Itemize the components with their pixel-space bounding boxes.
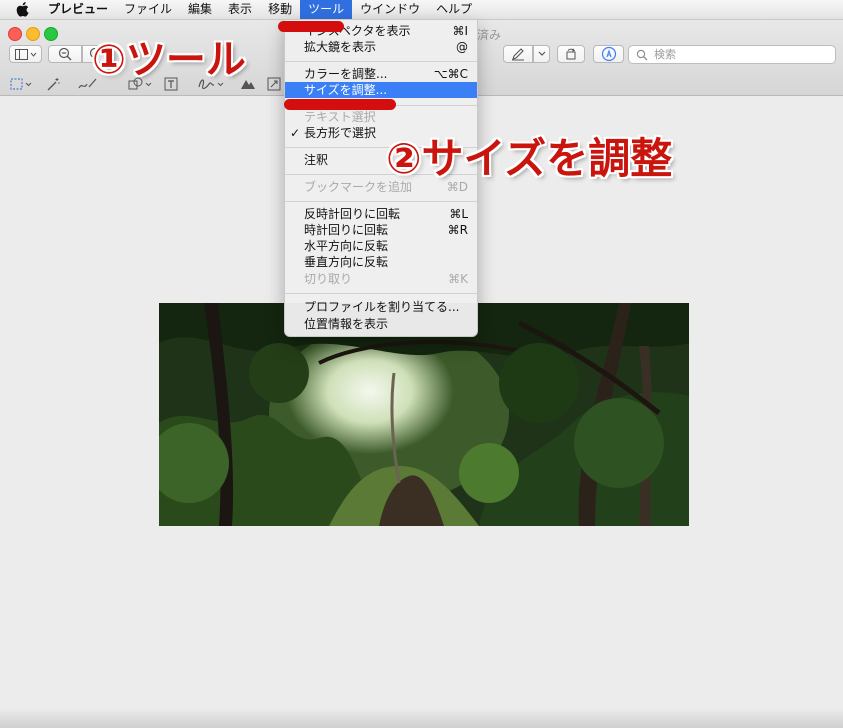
annotation-underline-tools (278, 21, 344, 32)
resize-icon (267, 77, 281, 91)
selection-tool[interactable] (8, 74, 36, 94)
search-icon (636, 49, 648, 60)
menu-separator (285, 293, 477, 294)
menu-item-show-location[interactable]: 位置情報を表示 (285, 316, 477, 332)
menu-item-adjust-color[interactable]: カラーを調整... ⌥⌘C (285, 66, 477, 82)
search-input[interactable] (652, 47, 826, 62)
instant-alpha-tool[interactable] (44, 74, 62, 94)
annotation-underline-adjust-size (284, 99, 396, 110)
rotate-icon (566, 48, 576, 60)
annotation-step-2: ②サイズを調整 (386, 134, 673, 183)
minimize-button[interactable] (26, 27, 40, 41)
menu-edit[interactable]: 編集 (180, 0, 220, 19)
menu-item-crop[interactable]: 切り取り ⌘K (285, 271, 477, 287)
sidebar-toggle-button[interactable] (9, 45, 42, 63)
menu-view[interactable]: 表示 (220, 0, 260, 19)
rectangle-selection-icon (10, 78, 32, 90)
menu-item-rotate-right[interactable]: 時計回りに回転 ⌘R (285, 222, 477, 238)
markup-icon (601, 46, 616, 62)
window-bottom-edge (0, 708, 843, 728)
window-title: 済み (477, 28, 502, 42)
menu-app-name[interactable]: プレビュー (40, 0, 116, 19)
annotation-step-1: ①ツール (92, 37, 246, 83)
zoom-button[interactable] (44, 27, 58, 41)
menu-tools[interactable]: ツール (300, 0, 353, 19)
menu-file[interactable]: ファイル (116, 0, 180, 19)
menu-item-flip-horizontal[interactable]: 水平方向に反転 (285, 238, 477, 254)
menu-separator (285, 61, 477, 62)
menu-item-show-magnifier[interactable]: 拡大鏡を表示 @ (285, 39, 477, 55)
pen-icon (512, 48, 524, 61)
markup-toolbar-button[interactable] (593, 45, 624, 63)
menu-item-adjust-size[interactable]: サイズを調整... (285, 82, 477, 98)
checkmark-icon: ✓ (290, 126, 301, 140)
menu-separator (285, 201, 477, 202)
adjust-size-tool[interactable] (266, 74, 282, 94)
markup-pen-button[interactable] (503, 45, 533, 63)
menu-item-assign-profile[interactable]: プロファイルを割り当てる... (285, 299, 477, 315)
menu-window[interactable]: ウインドウ (352, 0, 428, 19)
rotate-button[interactable] (557, 45, 585, 63)
search-field[interactable] (628, 45, 836, 64)
menu-help[interactable]: ヘルプ (428, 0, 480, 19)
menu-go[interactable]: 移動 (260, 0, 300, 19)
sidebar-icon (14, 48, 36, 60)
zoom-out-button[interactable] (48, 45, 82, 63)
menu-item-text-selection[interactable]: テキスト選択 (285, 109, 477, 125)
apple-icon[interactable] (14, 0, 30, 19)
close-button[interactable] (8, 27, 22, 41)
menu-bar: プレビュー ファイル 編集 表示 移動 ツール ウインドウ ヘルプ (0, 0, 843, 20)
menu-item-flip-vertical[interactable]: 垂直方向に反転 (285, 254, 477, 270)
zoom-out-icon (58, 47, 72, 61)
markup-menu-button[interactable] (533, 45, 550, 63)
menu-item-rotate-left[interactable]: 反時計回りに回転 ⌘L (285, 206, 477, 222)
magic-wand-icon (47, 77, 60, 90)
chevron-down-icon (538, 51, 545, 56)
